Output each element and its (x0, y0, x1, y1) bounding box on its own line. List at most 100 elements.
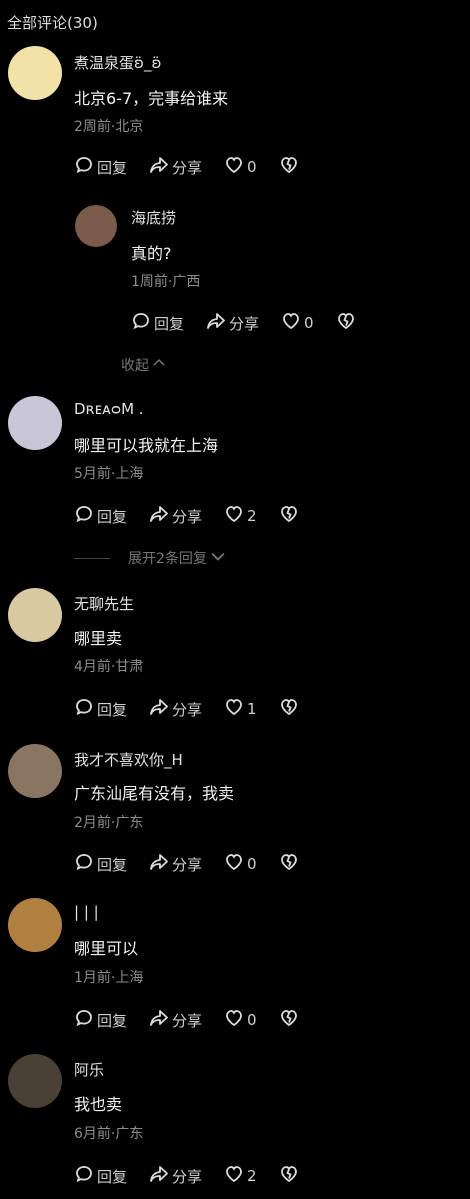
share-button[interactable]: 分享 (149, 852, 202, 876)
comment-text: 我也卖 (74, 1095, 123, 1114)
heart-icon (224, 697, 244, 721)
chevron-down-icon (211, 549, 225, 567)
comment-icon (74, 1008, 94, 1032)
dislike-button[interactable] (336, 311, 356, 335)
dislike-button[interactable] (279, 852, 299, 876)
reply-button[interactable]: 回复 (74, 697, 127, 721)
heart-icon (224, 1164, 244, 1188)
comment-actions: 回复 分享 2 (74, 1164, 321, 1188)
comment-text: 哪里卖 (74, 629, 123, 648)
comment-icon (131, 311, 151, 335)
comment-text: 真的? (131, 244, 172, 263)
like-count: 2 (247, 1167, 257, 1185)
comment-icon (74, 697, 94, 721)
username[interactable]: 阿乐 (74, 1059, 104, 1080)
broken-heart-icon (279, 155, 299, 179)
comment-actions: 回复 分享 0 (131, 311, 378, 335)
share-button[interactable]: 分享 (149, 504, 202, 528)
broken-heart-icon (279, 504, 299, 528)
broken-heart-icon (279, 852, 299, 876)
comment-actions: 回复 分享 2 (74, 504, 321, 528)
like-count: 2 (247, 507, 257, 525)
avatar[interactable] (8, 46, 62, 100)
like-count: 1 (247, 700, 257, 718)
comment-text: 北京6-7，完事给谁来 (74, 89, 229, 108)
username[interactable]: 煮温泉蛋ʚ̈_ʚ̈ (74, 52, 161, 73)
collapse-replies-button[interactable]: 收起 (121, 355, 165, 375)
dislike-button[interactable] (279, 155, 299, 179)
comment-actions: 回复 分享 1 (74, 697, 321, 721)
username[interactable]: | | | (74, 903, 99, 921)
share-icon (149, 852, 169, 876)
comment-meta: 4月前·甘肃 (74, 659, 144, 675)
comment-text: 广东汕尾有没有，我卖 (74, 784, 235, 803)
username[interactable]: 无聊先生 (74, 593, 134, 614)
comment-meta: 1月前·上海 (74, 970, 144, 986)
comment-text: 哪里可以我就在上海 (74, 436, 219, 455)
heart-icon (224, 155, 244, 179)
like-button[interactable]: 2 (224, 1164, 257, 1188)
reply-button[interactable]: 回复 (74, 155, 127, 179)
share-button[interactable]: 分享 (149, 1008, 202, 1032)
comment-meta: 2月前·广东 (74, 815, 144, 831)
dislike-button[interactable] (279, 697, 299, 721)
share-button[interactable]: 分享 (206, 311, 259, 335)
username[interactable]: 海底捞 (131, 207, 176, 228)
avatar[interactable] (75, 205, 117, 247)
avatar[interactable] (8, 744, 62, 798)
comment-icon (74, 504, 94, 528)
reply-button[interactable]: 回复 (74, 504, 127, 528)
dislike-button[interactable] (279, 1008, 299, 1032)
comment-meta: 6月前·广东 (74, 1126, 144, 1142)
like-count: 0 (247, 158, 257, 176)
comment-meta: 2周前·北京 (74, 119, 144, 135)
like-button[interactable]: 0 (281, 311, 314, 335)
comment-actions: 回复 分享 0 (74, 852, 321, 876)
reply-button[interactable]: 回复 (74, 1164, 127, 1188)
comment-meta: 5月前·上海 (74, 466, 144, 482)
share-icon (149, 697, 169, 721)
heart-icon (281, 311, 301, 335)
share-button[interactable]: 分享 (149, 155, 202, 179)
heart-icon (224, 504, 244, 528)
divider (74, 557, 110, 559)
username[interactable]: 我才不喜欢你_H (74, 749, 183, 770)
share-button[interactable]: 分享 (149, 697, 202, 721)
reply-button[interactable]: 回复 (74, 1008, 127, 1032)
share-icon (206, 311, 226, 335)
comments-header: 全部评论(30) (7, 14, 98, 32)
reply-button[interactable]: 回复 (74, 852, 127, 876)
like-count: 0 (304, 314, 314, 332)
share-icon (149, 1008, 169, 1032)
like-button[interactable]: 0 (224, 1008, 257, 1032)
avatar[interactable] (8, 898, 62, 952)
username[interactable]: DʀᴇᴀᴑM . (74, 400, 144, 418)
share-icon (149, 1164, 169, 1188)
dislike-button[interactable] (279, 1164, 299, 1188)
like-button[interactable]: 0 (224, 852, 257, 876)
comment-actions: 回复 分享 0 (74, 1008, 321, 1032)
chevron-up-icon (153, 357, 165, 373)
like-button[interactable]: 1 (224, 697, 257, 721)
heart-icon (224, 852, 244, 876)
comment-icon (74, 155, 94, 179)
dislike-button[interactable] (279, 504, 299, 528)
broken-heart-icon (279, 1008, 299, 1032)
broken-heart-icon (279, 1164, 299, 1188)
broken-heart-icon (336, 311, 356, 335)
like-count: 0 (247, 855, 257, 873)
avatar[interactable] (8, 588, 62, 642)
comment-icon (74, 852, 94, 876)
comment-icon (74, 1164, 94, 1188)
like-button[interactable]: 2 (224, 504, 257, 528)
share-button[interactable]: 分享 (149, 1164, 202, 1188)
avatar[interactable] (8, 396, 62, 450)
heart-icon (224, 1008, 244, 1032)
avatar[interactable] (8, 1054, 62, 1108)
share-icon (149, 155, 169, 179)
like-button[interactable]: 0 (224, 155, 257, 179)
reply-button[interactable]: 回复 (131, 311, 184, 335)
like-count: 0 (247, 1011, 257, 1029)
expand-replies-button[interactable]: 展开2条回复 (74, 548, 225, 568)
comment-meta: 1周前·广西 (131, 274, 201, 290)
